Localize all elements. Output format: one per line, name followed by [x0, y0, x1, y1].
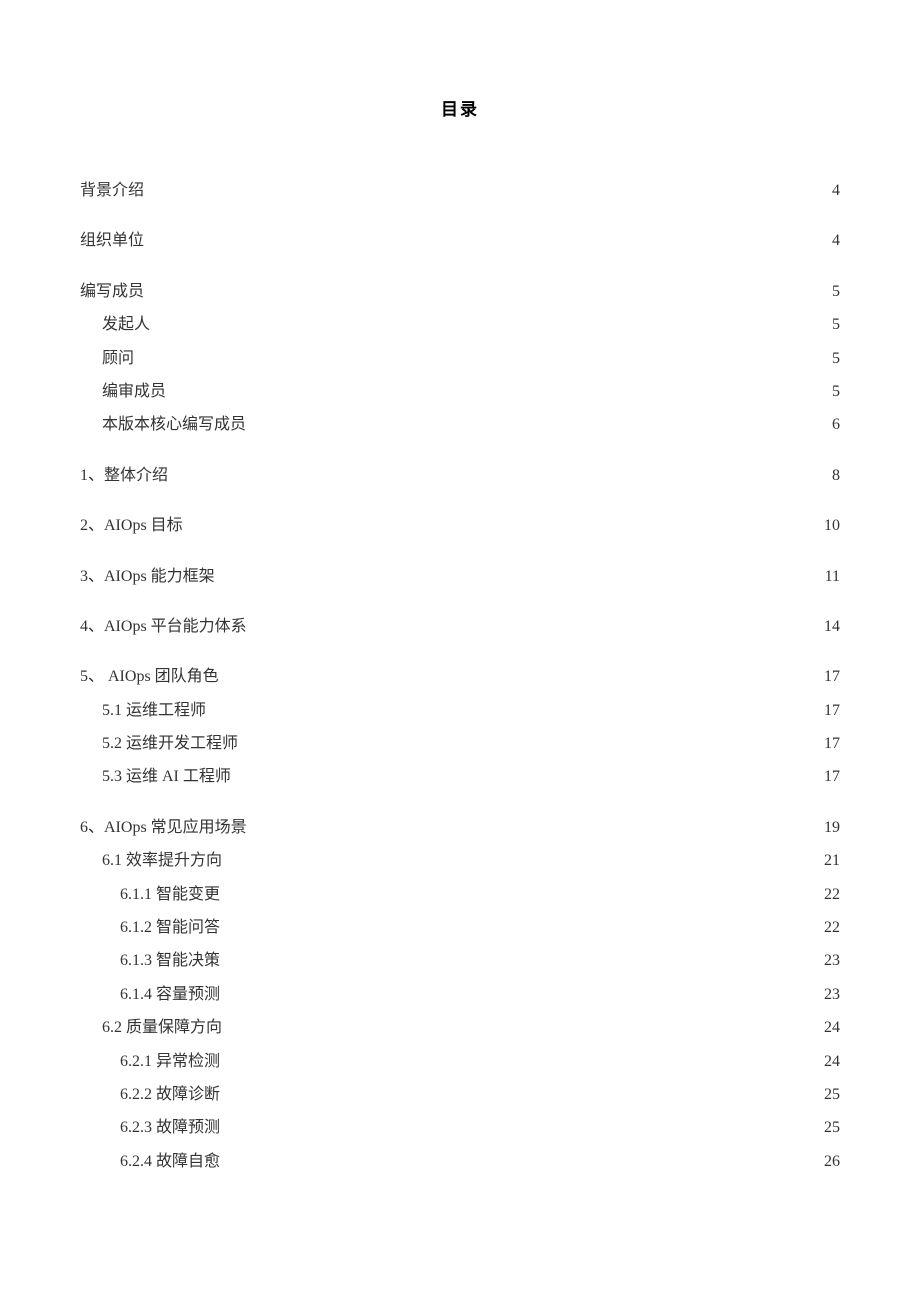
toc-entry-page: 5 [832, 348, 840, 370]
toc-entry: 6.2.3 故障预测 25 [80, 1117, 840, 1139]
toc-entry-label: 5.1 运维工程师 [102, 700, 206, 722]
toc-entry-page: 6 [832, 414, 840, 436]
toc-entry-label: 6.1.4 容量预测 [120, 984, 220, 1006]
toc-entry: 顾问 5 [80, 348, 840, 370]
toc-entry: 6.2.2 故障诊断 25 [80, 1084, 840, 1106]
toc-entry-label: 6.2.4 故障自愈 [120, 1151, 220, 1173]
toc-entry: 6.1.3 智能决策 23 [80, 950, 840, 972]
toc-entry: 4、AIOps 平台能力体系 14 [80, 616, 840, 638]
toc-entry-label: 1、整体介绍 [80, 465, 168, 487]
toc-entry-page: 4 [832, 180, 840, 202]
toc-entry-label: 6、AIOps 常见应用场景 [80, 817, 247, 839]
toc-entry-label: 2、AIOps 目标 [80, 515, 183, 537]
toc-title: 目录 [80, 95, 840, 120]
toc-entry-page: 17 [824, 733, 840, 755]
toc-entry-page: 26 [824, 1151, 840, 1173]
toc-entry-label: 5.2 运维开发工程师 [102, 733, 238, 755]
toc-entry: 3、AIOps 能力框架 11 [80, 566, 840, 588]
toc-entry-page: 5 [832, 281, 840, 303]
toc-entry-page: 22 [824, 917, 840, 939]
toc-entry-label: 6.2.3 故障预测 [120, 1117, 220, 1139]
toc-entry-label: 组织单位 [80, 230, 144, 252]
toc-entry: 6.2 质量保障方向 24 [80, 1017, 840, 1039]
toc-entry-label: 6.1.3 智能决策 [120, 950, 220, 972]
toc-entry-page: 17 [824, 700, 840, 722]
toc-entry: 1、整体介绍 8 [80, 465, 840, 487]
toc-entry-label: 3、AIOps 能力框架 [80, 566, 215, 588]
toc-entry: 6.1.4 容量预测 23 [80, 984, 840, 1006]
toc-entry: 编写成员 5 [80, 281, 840, 303]
toc-entry: 5.2 运维开发工程师 17 [80, 733, 840, 755]
toc-entry: 6、AIOps 常见应用场景 19 [80, 817, 840, 839]
toc-entry: 5.1 运维工程师 17 [80, 700, 840, 722]
toc-entry-label: 4、AIOps 平台能力体系 [80, 616, 247, 638]
toc-page: 目录 背景介绍 4 组织单位 4 编写成员 5 发起人 5 顾问 5 编审成员 5 本版本核心编写成员 6… [0, 0, 920, 1273]
toc-entry: 6.1 效率提升方向 21 [80, 850, 840, 872]
toc-entry: 6.2.1 异常检测 24 [80, 1051, 840, 1073]
toc-entry: 背景介绍 4 [80, 180, 840, 202]
toc-entry-page: 10 [824, 515, 840, 537]
toc-entry-label: 编审成员 [102, 381, 166, 403]
toc-entry-page: 11 [825, 566, 840, 588]
toc-entry-page: 25 [824, 1084, 840, 1106]
toc-entry-page: 14 [824, 616, 840, 638]
toc-entry-label: 本版本核心编写成员 [102, 414, 246, 436]
toc-entry-page: 25 [824, 1117, 840, 1139]
toc-entry-label: 6.2.1 异常检测 [120, 1051, 220, 1073]
toc-entry-page: 5 [832, 381, 840, 403]
toc-entry: 本版本核心编写成员 6 [80, 414, 840, 436]
toc-list: 背景介绍 4 组织单位 4 编写成员 5 发起人 5 顾问 5 编审成员 5 本版本核心编写成员 6 1、整… [80, 180, 840, 1173]
toc-entry-label: 5、 AIOps 团队角色 [80, 666, 219, 688]
toc-entry-page: 5 [832, 314, 840, 336]
toc-entry-page: 22 [824, 884, 840, 906]
toc-entry-label: 背景介绍 [80, 180, 144, 202]
toc-entry: 6.1.1 智能变更 22 [80, 884, 840, 906]
toc-entry: 编审成员 5 [80, 381, 840, 403]
toc-entry-label: 5.3 运维 AI 工程师 [102, 766, 231, 788]
toc-entry: 6.1.2 智能问答 22 [80, 917, 840, 939]
toc-entry-page: 17 [824, 666, 840, 688]
toc-entry-label: 编写成员 [80, 281, 144, 303]
toc-entry: 组织单位 4 [80, 230, 840, 252]
toc-entry-page: 23 [824, 950, 840, 972]
toc-entry-page: 8 [832, 465, 840, 487]
toc-entry-page: 4 [832, 230, 840, 252]
toc-entry-page: 19 [824, 817, 840, 839]
toc-entry-label: 6.1 效率提升方向 [102, 850, 222, 872]
toc-entry-label: 6.2 质量保障方向 [102, 1017, 222, 1039]
toc-entry: 2、AIOps 目标 10 [80, 515, 840, 537]
toc-entry-label: 6.1.2 智能问答 [120, 917, 220, 939]
toc-entry-page: 24 [824, 1051, 840, 1073]
toc-entry: 5.3 运维 AI 工程师 17 [80, 766, 840, 788]
toc-entry: 5、 AIOps 团队角色 17 [80, 666, 840, 688]
toc-entry-page: 24 [824, 1017, 840, 1039]
toc-entry-label: 6.2.2 故障诊断 [120, 1084, 220, 1106]
toc-entry-label: 发起人 [102, 314, 150, 336]
toc-entry-page: 23 [824, 984, 840, 1006]
toc-entry-page: 21 [824, 850, 840, 872]
toc-entry: 6.2.4 故障自愈 26 [80, 1151, 840, 1173]
toc-entry-page: 17 [824, 766, 840, 788]
toc-entry-label: 顾问 [102, 348, 134, 370]
toc-entry: 发起人 5 [80, 314, 840, 336]
toc-entry-label: 6.1.1 智能变更 [120, 884, 220, 906]
